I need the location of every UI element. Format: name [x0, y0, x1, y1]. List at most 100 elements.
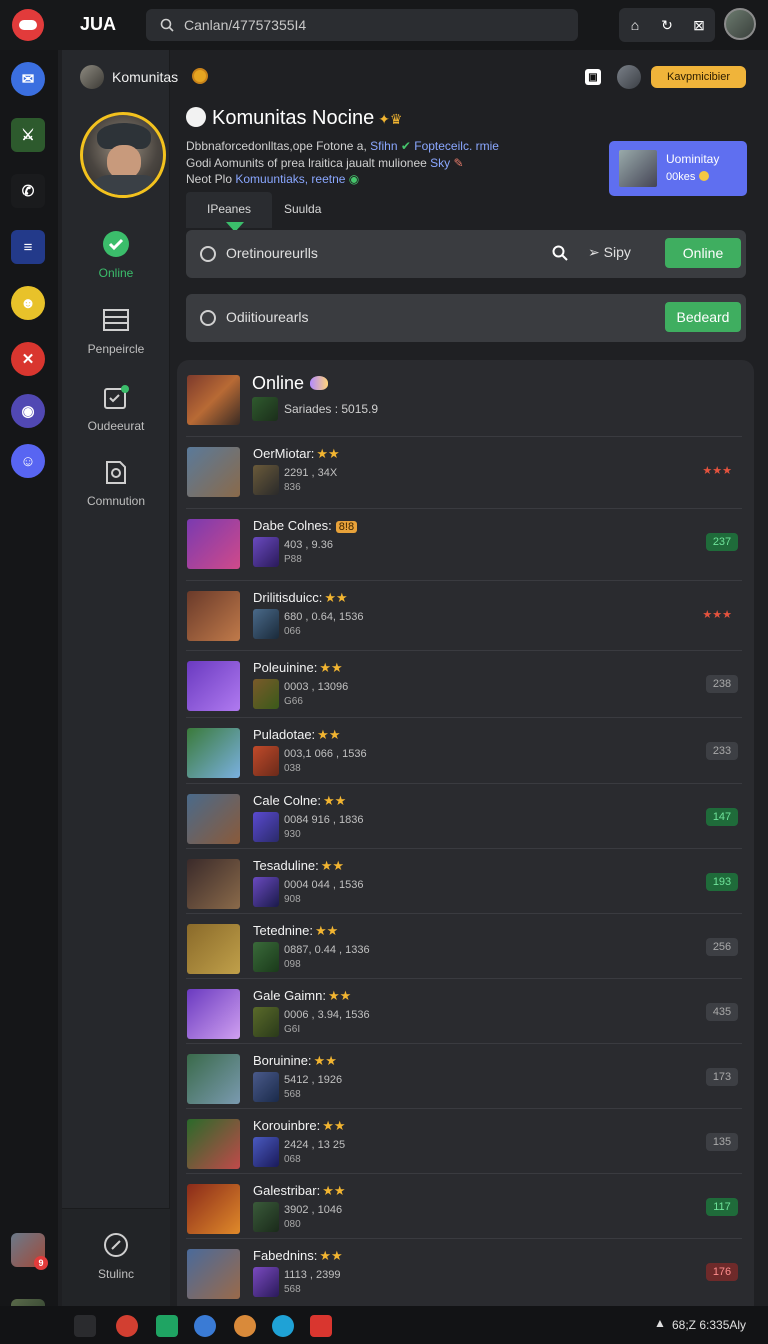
compass-icon — [102, 1231, 130, 1259]
item-stats-secondary: 568 — [284, 1284, 301, 1295]
windows-icon[interactable] — [74, 1315, 96, 1337]
game-thumbnail — [187, 1054, 240, 1104]
status-badge: 173 — [706, 1068, 738, 1086]
x-app-icon[interactable]: ✕ — [11, 342, 45, 376]
nav-label: Penpeircle — [87, 342, 145, 356]
face-icon[interactable]: ☻ — [11, 286, 45, 320]
online-button[interactable]: Online — [665, 238, 741, 268]
nav-item-online[interactable]: Online — [62, 230, 170, 280]
tray-arrow-icon[interactable]: ▲ — [654, 1316, 666, 1330]
sheets-icon[interactable] — [156, 1315, 178, 1337]
search-icon — [160, 18, 174, 32]
list-item[interactable]: Dabe Colnes: 8!8 403 , 9.36 P88 237 — [186, 508, 742, 572]
list-item[interactable]: Poleuinine: ★★ 0003 , 13096 G66 238 — [186, 650, 742, 714]
nav-item-stulinc[interactable]: Stulinc — [62, 1231, 170, 1281]
game-thumbnail — [187, 661, 240, 711]
list-item[interactable]: Galestribar: ★★ 3902 , 1046 080 117 — [186, 1173, 742, 1237]
game-thumbnail — [187, 924, 240, 974]
list-icon[interactable]: ≡ — [11, 230, 45, 264]
list-item[interactable]: OerMiotar: ★★ 2291 , 34X 836 ★★★ — [186, 436, 742, 500]
list-item[interactable]: Tetednine: ★★ 0887, 0.44 , 1336 098 256 — [186, 913, 742, 977]
premium-pill[interactable]: Kavpmicibier — [651, 66, 746, 88]
status-badge: 135 — [706, 1133, 738, 1151]
page-title: Komunitas Nocine ✦♛ — [186, 107, 402, 130]
item-stats: 0887, 0.44 , 1336 — [284, 944, 370, 956]
item-stats-secondary: 066 — [284, 626, 301, 637]
edge-icon[interactable] — [272, 1315, 294, 1337]
promo-title: Uominitay — [666, 152, 720, 166]
nav-label: Comnution — [86, 494, 146, 508]
list-item[interactable]: Cale Colne: ★★ 0084 916 , 1836 930 147 — [186, 783, 742, 847]
member-avatar[interactable] — [617, 65, 641, 89]
rating-stars: ★★ — [313, 1053, 337, 1068]
item-stats-secondary: 098 — [284, 959, 301, 970]
item-name: Korouinbre: ★★ — [253, 1118, 346, 1133]
promo-thumbnail — [619, 150, 657, 187]
list-item[interactable]: Tesaduline: ★★ 0004 044 , 1536 908 193 — [186, 848, 742, 912]
home-icon[interactable]: ⌂ — [619, 8, 651, 42]
game-shortcut-icon[interactable]: 9 — [11, 1233, 48, 1270]
notification-icon[interactable]: ⊠ — [683, 8, 715, 42]
hero-description-3: Neot Plo Komuuntiaks, reetne ◉ — [186, 172, 360, 186]
clock-icon — [200, 246, 216, 262]
record-icon[interactable] — [310, 1315, 332, 1337]
item-mini-thumbnail — [253, 1267, 279, 1297]
document-icon — [102, 458, 130, 486]
item-mini-thumbnail — [253, 942, 279, 972]
browser-icon[interactable] — [194, 1315, 216, 1337]
share-action[interactable]: ➢ Sipy — [588, 244, 631, 261]
list-item[interactable]: Puladotae: ★★ 003,1 066 , 1536 038 233 — [186, 717, 742, 781]
status-badge: 117 — [706, 1198, 738, 1216]
item-stats: 1113 , 2399 — [284, 1269, 341, 1281]
bedeard-button[interactable]: Bedeard — [665, 302, 741, 332]
chat-icon[interactable]: ☺ — [11, 444, 45, 478]
game-thumbnail — [187, 794, 240, 844]
cookie-icon[interactable] — [234, 1315, 256, 1337]
list-item[interactable]: Korouinbre: ★★ 2424 , 13 25 068 135 — [186, 1108, 742, 1172]
item-stats: 0004 044 , 1536 — [284, 879, 364, 891]
panel-title: Online — [252, 373, 329, 394]
search-icon[interactable] — [552, 245, 568, 261]
user-avatar[interactable] — [724, 8, 756, 40]
item-mini-thumbnail — [253, 1072, 279, 1102]
refresh-icon[interactable]: ↻ — [651, 8, 683, 42]
list-item[interactable]: Boruinine: ★★ 5412 , 1926 568 173 — [186, 1043, 742, 1107]
game-thumbnail — [187, 859, 240, 909]
nav-item-penpeircle[interactable]: Penpeircle — [62, 306, 170, 356]
record-icon[interactable]: ◉ — [11, 394, 45, 428]
panel-thumbnail — [187, 375, 240, 425]
list-icon — [102, 306, 130, 334]
sparkle-icon — [310, 376, 329, 390]
item-stats-secondary: 908 — [284, 894, 301, 905]
nav-label: Stulinc — [97, 1267, 135, 1281]
status-badge: 193 — [706, 873, 738, 891]
tab-suulda[interactable]: Suulda — [284, 202, 321, 216]
chrome-icon[interactable] — [116, 1315, 138, 1337]
community-avatar[interactable] — [80, 65, 104, 89]
search-input[interactable] — [184, 15, 564, 35]
taskbar-clock: 68;Z 6:335Aly — [672, 1318, 747, 1332]
status-bar-label: Oretinoureurlls — [226, 245, 318, 261]
breadcrumb[interactable]: Komunitas — [112, 69, 178, 85]
list-item[interactable]: Fabednins: ★★ 1113 , 2399 568 176 — [186, 1238, 742, 1302]
game-icon[interactable]: ⚔ — [11, 118, 45, 152]
mail-icon[interactable]: ✉ — [11, 62, 45, 96]
item-name: Puladotae: ★★ — [253, 727, 341, 742]
list-item[interactable]: Drilitisduicc: ★★ 680 , 0.64, 1536 066 ★★★ — [186, 580, 742, 644]
item-stats: 003,1 066 , 1536 — [284, 748, 367, 760]
app-logo-icon[interactable] — [12, 9, 44, 41]
search-box[interactable] — [146, 9, 578, 41]
tab-ipeanes[interactable]: IPeanes — [207, 202, 251, 216]
game-thumbnail — [187, 1119, 240, 1169]
clock-icon — [200, 310, 216, 326]
status-badge: 435 — [706, 1003, 738, 1021]
nav-item-oudeeurat[interactable]: Oudeeurat — [62, 383, 170, 433]
nav-item-comnution[interactable]: Comnution — [62, 458, 170, 508]
list-item[interactable]: Gale Gaimn: ★★ 0006 , 3.94, 1536 G6I 435 — [186, 978, 742, 1042]
promo-card[interactable]: Uominitay 00kes — [609, 141, 747, 196]
item-mini-thumbnail — [253, 1202, 279, 1232]
app-square-icon[interactable]: ▣ — [585, 69, 601, 85]
phone-icon[interactable]: ✆ — [11, 174, 45, 208]
item-name: Tesaduline: ★★ — [253, 858, 345, 873]
status-badge: 238 — [706, 675, 738, 693]
